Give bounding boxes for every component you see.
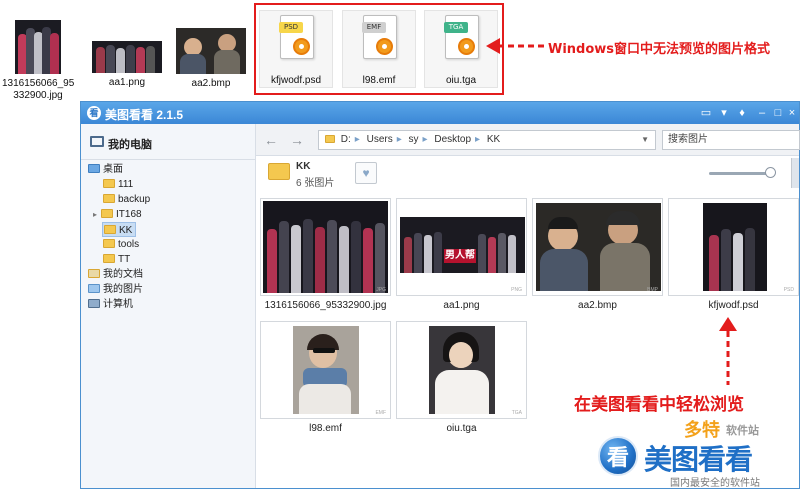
breadcrumb-desktop[interactable]: Desktop <box>434 134 471 145</box>
breadcrumb-kk[interactable]: KK <box>487 134 500 145</box>
aa1-banner-text: 男人帮 <box>444 249 476 263</box>
folder-icon <box>103 194 115 203</box>
psd-file-icon: PSD <box>279 15 314 59</box>
breadcrumb-sy[interactable]: sy <box>409 134 419 145</box>
zoom-slider-knob[interactable] <box>765 167 776 178</box>
skin-icon[interactable]: ♦ <box>735 106 749 120</box>
tree-item-backup[interactable]: backup <box>103 192 150 207</box>
thumbnail-tile[interactable]: 男人帮 PNG <box>396 198 527 296</box>
folder-info-bar: KK 6 张图片 ♥ <box>256 157 799 191</box>
file-name-cont: 332900.jpg <box>13 90 63 101</box>
tree-item-my-docs[interactable]: 我的文档 <box>88 267 143 282</box>
format-tag: TGA <box>444 22 468 33</box>
tree-item-kk[interactable]: KK <box>102 222 137 237</box>
folder-icon <box>325 135 335 143</box>
thumbnail-caption: kfjwodf.psd <box>708 300 759 311</box>
folder-icon <box>268 163 290 180</box>
tree-item-computer[interactable]: 计算机 <box>88 297 133 312</box>
maximize-button[interactable]: □ <box>771 106 785 120</box>
format-tag: PSD <box>279 22 303 33</box>
navigation-bar: ← → D: ▸ Users ▸ sy ▸ Desktop ▸ KK ▼ 搜索图片 <box>256 124 800 156</box>
tree-item-it168[interactable]: ▸ IT168 <box>93 207 142 222</box>
annotation-easy-browse: 在美图看看中轻松浏览 <box>574 395 744 415</box>
computer-icon <box>90 136 104 147</box>
docs-icon <box>88 269 100 278</box>
scrollbar-handle[interactable] <box>791 158 799 188</box>
tree-item-tools[interactable]: tools <box>103 237 139 252</box>
file-name: aa1.png <box>108 77 146 88</box>
brand-name: 美图看看 <box>644 443 753 476</box>
pictures-icon <box>88 284 100 293</box>
up-arrow-icon <box>719 317 737 385</box>
file-name: 1316156066_95 <box>2 78 75 89</box>
format-tag: EMF <box>362 22 386 33</box>
desktop-file-emf[interactable]: EMF l98.emf <box>342 10 416 88</box>
left-arrow-icon <box>486 38 546 54</box>
file-name: aa2.bmp <box>191 78 231 89</box>
folder-icon <box>101 209 113 218</box>
close-button[interactable]: × <box>785 106 799 120</box>
desktop-file-psd[interactable]: PSD kfjwodf.psd <box>259 10 333 88</box>
chat-icon[interactable]: ▭ <box>699 106 713 120</box>
thumbnail-caption: l98.emf <box>309 423 342 434</box>
window-title: 美图看看 2.1.5 <box>105 108 184 122</box>
path-breadcrumb[interactable]: D: ▸ Users ▸ sy ▸ Desktop ▸ KK ▼ <box>318 130 656 150</box>
file-thumbnail <box>92 41 162 73</box>
thumbnail-tile[interactable]: EMF <box>260 321 391 419</box>
sidebar: 我的电脑 桌面 111 backup ▸ IT168 KK tools TT 我的… <box>81 124 256 488</box>
app-logo-icon: 看 <box>87 106 101 120</box>
back-arrow-icon[interactable]: ← <box>264 132 278 148</box>
file-thumbnail <box>176 28 246 74</box>
brand-watermark: 多特 软件站 看 美图看看 国内最安全的软件站 <box>598 420 798 489</box>
brand-logo-icon: 看 <box>598 436 638 476</box>
tree-item-desktop[interactable]: 桌面 <box>88 162 123 177</box>
thumbnail-tile[interactable]: PSD <box>668 198 799 296</box>
thumbnail-tile[interactable]: JPG <box>260 198 391 296</box>
desktop-file-bmp[interactable]: aa2.bmp <box>172 28 250 90</box>
dropdown-icon[interactable]: ▼ <box>641 131 649 149</box>
folder-icon <box>103 179 115 188</box>
breadcrumb-d[interactable]: D: <box>341 134 351 145</box>
desktop-file-png[interactable]: aa1.png <box>88 41 166 89</box>
watermark-sub: 软件站 <box>726 425 759 437</box>
folder-name: KK <box>296 161 311 172</box>
thumbnail-tile[interactable]: BMP <box>532 198 663 296</box>
file-thumbnail <box>15 20 61 74</box>
breadcrumb-users[interactable]: Users <box>367 134 393 145</box>
search-input[interactable]: 搜索图片 <box>662 130 800 150</box>
thumbnail-caption: aa1.png <box>443 300 480 311</box>
desktop-icon <box>88 164 100 173</box>
tga-file-icon: TGA <box>444 15 479 59</box>
zoom-slider[interactable] <box>709 172 769 175</box>
tree-item-my-pictures[interactable]: 我的图片 <box>88 282 143 297</box>
expand-arrow-icon[interactable]: ▸ <box>93 207 101 222</box>
forward-arrow-icon[interactable]: → <box>290 132 304 148</box>
menu-icon[interactable]: ▾ <box>717 106 731 120</box>
thumbnail-caption: 1316156066_95332900.jpg <box>264 300 387 311</box>
favorite-heart-icon[interactable]: ♥ <box>355 162 377 184</box>
image-count: 6 张图片 <box>296 178 335 189</box>
thumbnail-caption: oiu.tga <box>446 423 477 434</box>
thumbnail-caption: aa2.bmp <box>578 300 617 311</box>
tree-item-tt[interactable]: TT <box>103 252 130 267</box>
file-name: oiu.tga <box>445 75 477 86</box>
folder-icon <box>104 225 116 234</box>
tree-item-111[interactable]: 111 <box>103 177 133 192</box>
brand-tagline: 国内最安全的软件站 <box>670 478 760 489</box>
sidebar-title: 我的电脑 <box>108 139 152 151</box>
title-bar: 看 美图看看 2.1.5 ▭ ▾ ♦ – □ × <box>81 102 799 124</box>
thumbnail-tile[interactable]: TGA <box>396 321 527 419</box>
desktop-file-jpg[interactable]: 1316156066_95 332900.jpg <box>2 20 74 102</box>
folder-icon <box>103 254 115 263</box>
file-name: l98.emf <box>362 75 396 86</box>
file-name: kfjwodf.psd <box>270 75 322 86</box>
minimize-button[interactable]: – <box>755 106 769 120</box>
emf-file-icon: EMF <box>362 15 397 59</box>
annotation-unpreviewable: Windows窗口中无法预览的图片格式 <box>548 42 771 57</box>
sidebar-header[interactable]: 我的电脑 <box>81 124 255 160</box>
computer-icon <box>88 299 100 308</box>
folder-icon <box>103 239 115 248</box>
